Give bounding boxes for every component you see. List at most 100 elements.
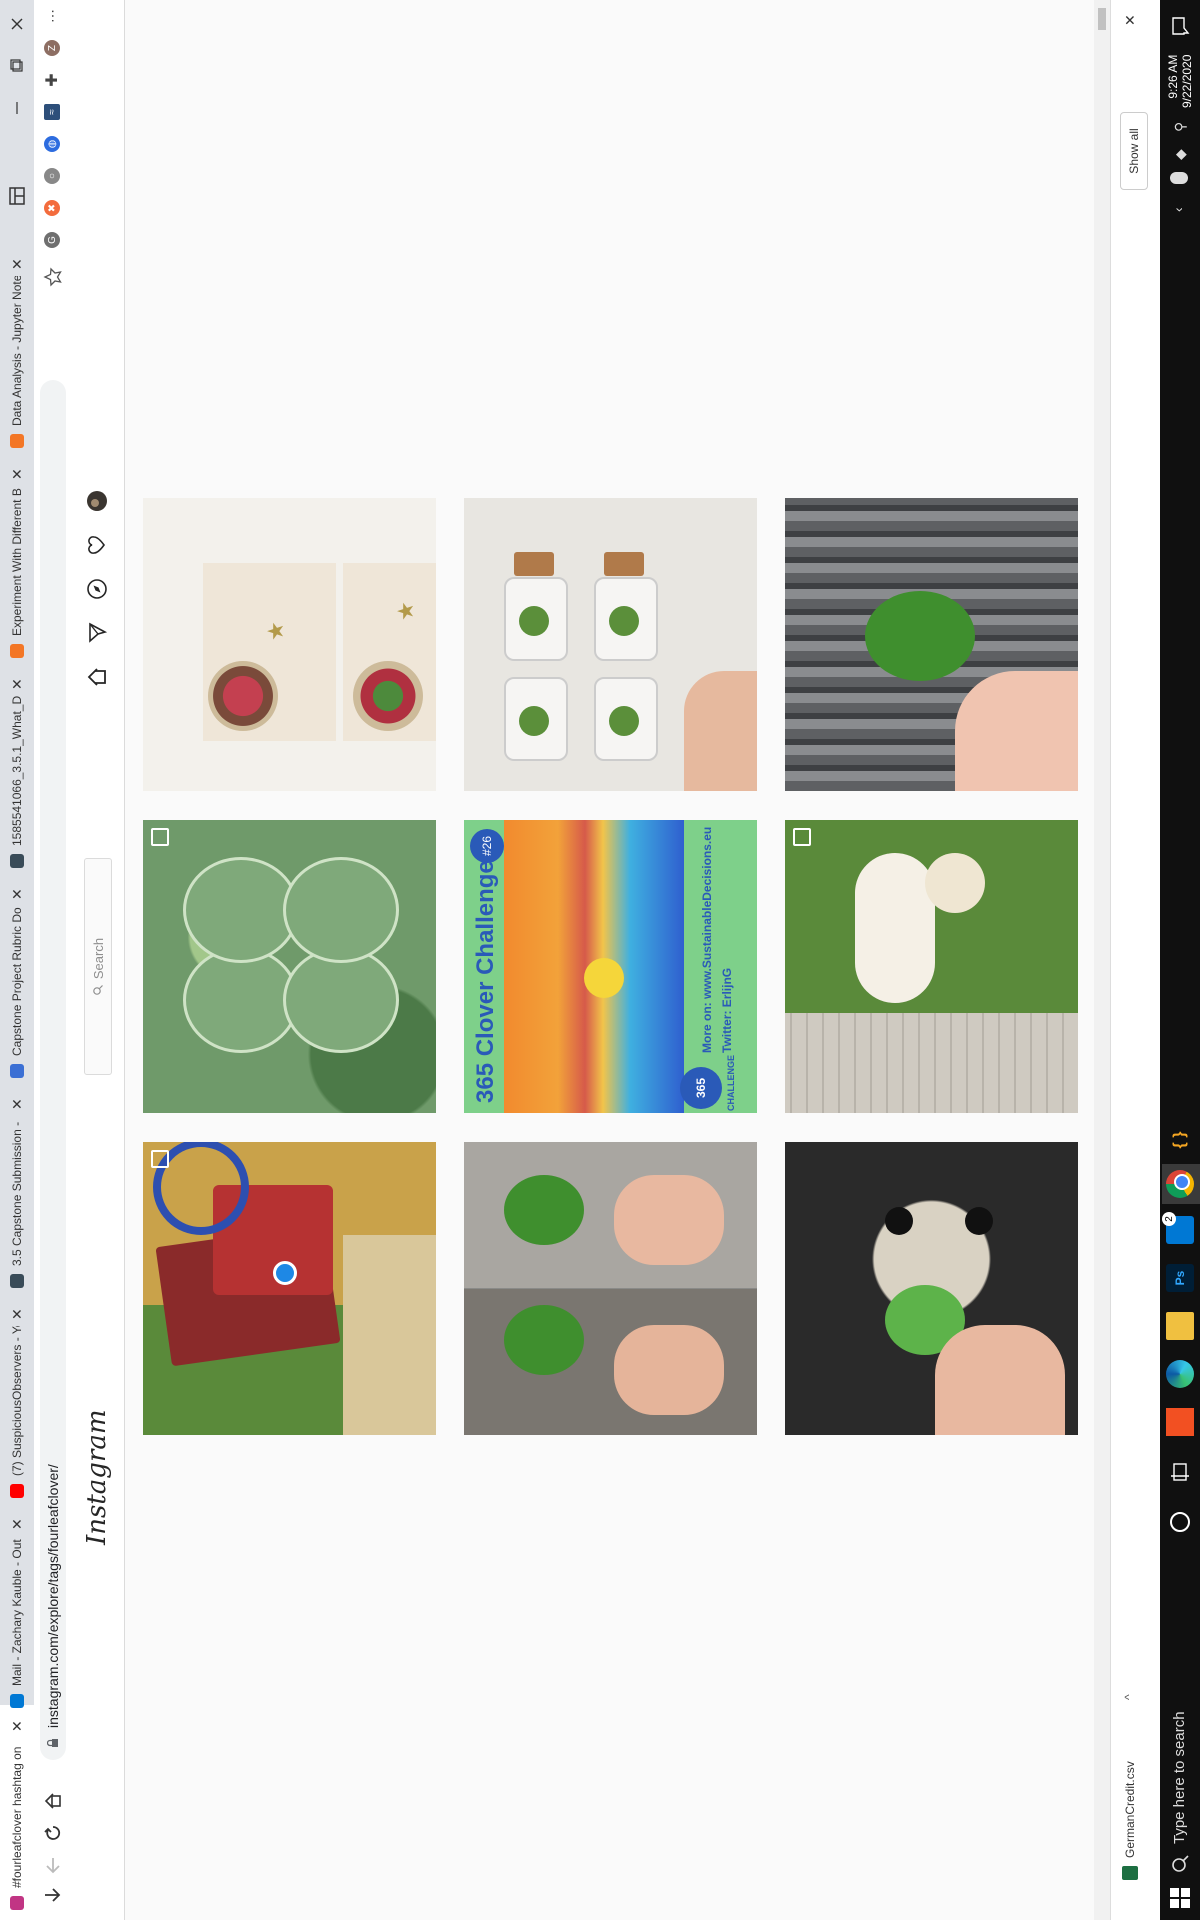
explore-compass-icon[interactable] [86, 578, 108, 600]
file-explorer-icon[interactable] [1166, 1312, 1194, 1340]
tab-close-icon[interactable]: ✕ [9, 888, 26, 900]
hand [935, 1325, 1065, 1435]
chrome-taskbar-button[interactable] [1162, 1164, 1200, 1204]
taskbar-search-icon[interactable] [1170, 1854, 1190, 1874]
profile-avatar-icon[interactable] [86, 490, 108, 512]
scrollbar-thumb[interactable] [1098, 8, 1106, 30]
tab-mail[interactable]: Mail - Zachary Kauble - Out ✕ [0, 1503, 34, 1708]
pressed-clover [609, 606, 639, 636]
tab-close-icon[interactable]: ✕ [9, 258, 26, 270]
tab-experiment[interactable]: Experiment With Different B ✕ [0, 453, 34, 658]
honey-extension-icon[interactable]: ✖ [44, 200, 60, 216]
tab-title: 3.5 Capstone Submission - [10, 1121, 24, 1266]
office-icon[interactable] [1166, 1408, 1194, 1436]
home-icon[interactable] [86, 666, 108, 688]
tab-close-icon[interactable]: ✕ [9, 1720, 26, 1732]
tab-close-icon[interactable]: ✕ [9, 1308, 26, 1320]
vintage-books-post[interactable] [143, 1142, 436, 1435]
pressed-clover [609, 706, 639, 736]
direct-message-icon[interactable] [86, 622, 108, 644]
dog-eye [965, 1207, 993, 1235]
restore-icon[interactable] [4, 54, 30, 78]
tab-close-icon[interactable]: ✕ [9, 1098, 26, 1110]
clover-challenge-post[interactable]: 365 Clover Challenge #26 365 CHALLENGE M… [464, 820, 757, 1113]
star-charm-icon: ★ [263, 621, 288, 641]
menu-dots-icon[interactable]: ⋯ [44, 8, 60, 24]
clock-time: 9:26 AM [1166, 54, 1180, 99]
tab-close-icon[interactable]: ✕ [9, 468, 26, 480]
horizontal-scrollbar[interactable] [1094, 0, 1110, 1920]
chart-extension-icon[interactable]: ≈ [44, 104, 60, 120]
circle-extension-icon[interactable]: ○ [44, 168, 60, 184]
window-close-icon[interactable] [4, 12, 30, 36]
profile-avatar[interactable]: Z [44, 40, 60, 56]
tray-app-icon[interactable] [1170, 172, 1188, 184]
home-icon[interactable] [42, 1790, 64, 1812]
cork [514, 552, 554, 576]
challenge-twitter: Twitter: ErlijnG [720, 967, 734, 1053]
instagram-logo[interactable]: Instagram [82, 1409, 112, 1545]
tab-close-icon[interactable]: ✕ [9, 1518, 26, 1530]
task-view-icon[interactable] [1168, 1460, 1192, 1484]
extensions-puzzle-icon[interactable]: ✚ [44, 72, 61, 88]
tab-data-analysis[interactable]: Data Analysis - Jupyter Note ✕ [0, 243, 34, 448]
dog-on-grass-post[interactable] [785, 820, 1078, 1113]
variegated-clover-post[interactable] [143, 820, 436, 1113]
search-placeholder: Search [90, 937, 106, 980]
hand [684, 671, 757, 791]
grammar-extension-icon[interactable]: G [44, 232, 60, 248]
url-text: instagram.com/explore/tags/fourleafclove… [45, 1464, 61, 1728]
tab-fourleafclover[interactable]: #fourleafclover hashtag on ✕ [0, 1705, 34, 1920]
dropbox-icon[interactable]: ◆ [1172, 149, 1189, 160]
tab-capstone-rubric[interactable]: Capstone Project Rubric Do ✕ [0, 873, 34, 1078]
clover-leaf [504, 1175, 584, 1245]
download-item[interactable]: GermanCredit.csv [1122, 1761, 1138, 1880]
pomeranian-clover-post[interactable] [785, 1142, 1078, 1435]
tab-capstone-submission[interactable]: 3.5 Capstone Submission - ✕ [0, 1083, 34, 1288]
tab-what-do[interactable]: 1585541066_3.5.1_What_Do ✕ [0, 663, 34, 868]
action-center-icon[interactable] [1166, 12, 1194, 40]
downloads-bar [1110, 0, 1161, 1920]
star-charm-icon: ★ [393, 601, 418, 621]
two-clovers-hands-post[interactable] [464, 1142, 757, 1435]
search-icon [93, 985, 103, 995]
clover-in-hand-post[interactable] [785, 498, 1078, 791]
minimize-icon[interactable] [4, 96, 30, 120]
taskbar-clock[interactable]: 9:26 AM 9/22/2020 [1166, 55, 1194, 108]
tab-title: Capstone Project Rubric Do [10, 907, 24, 1056]
clover-bottles-post[interactable] [464, 498, 757, 791]
bookmark-star-icon[interactable] [42, 266, 64, 288]
youtube-favicon-icon [10, 1484, 24, 1498]
tab-title: (7) SuspiciousObservers - Yo [10, 1326, 24, 1476]
blue-extension-icon[interactable]: ◍ [44, 136, 60, 152]
clover-leaf [865, 591, 975, 681]
jupyter-favicon-icon [10, 644, 24, 658]
tab-close-icon[interactable]: ✕ [9, 678, 26, 690]
download-arrow-icon[interactable] [42, 1884, 64, 1906]
photoshop-icon[interactable]: Ps [1166, 1264, 1194, 1292]
grid-gutter [143, 810, 1080, 820]
tab-search-icon[interactable] [4, 184, 30, 208]
downloads-close-icon[interactable]: ✕ [1122, 14, 1139, 26]
back-arrow-icon[interactable] [42, 1854, 64, 1876]
edge-icon[interactable] [1166, 1360, 1194, 1388]
tab-suspiciousobservers[interactable]: (7) SuspiciousObservers - Yo ✕ [0, 1293, 34, 1498]
dog-body [855, 853, 935, 1003]
jupyter-favicon-icon [10, 434, 24, 448]
tab-title: Data Analysis - Jupyter Note [10, 276, 24, 426]
search-input[interactable]: Search [84, 858, 112, 1075]
cortana-icon[interactable] [1170, 1512, 1190, 1532]
taskbar-search-input[interactable]: Type here to search [1171, 1711, 1188, 1844]
download-options-chevron-icon[interactable]: ^ [1122, 1694, 1136, 1700]
brackets-icon[interactable]: { } [1166, 1126, 1194, 1154]
address-bar[interactable]: instagram.com/explore/tags/fourleafclove… [40, 380, 66, 1760]
reload-icon[interactable] [42, 1822, 64, 1844]
dog-eye [885, 1207, 913, 1235]
show-all-downloads-button[interactable]: Show all [1120, 112, 1148, 190]
tab-title: Experiment With Different B [10, 488, 24, 636]
activity-heart-icon[interactable] [86, 534, 108, 556]
tray-chevron-icon[interactable]: ‹ [1170, 207, 1186, 212]
resin-clover-pendant-post[interactable]: ★ ★ [143, 498, 436, 791]
network-icon[interactable]: ⚲ [1172, 122, 1189, 132]
windows-start-icon[interactable] [1166, 1884, 1194, 1912]
